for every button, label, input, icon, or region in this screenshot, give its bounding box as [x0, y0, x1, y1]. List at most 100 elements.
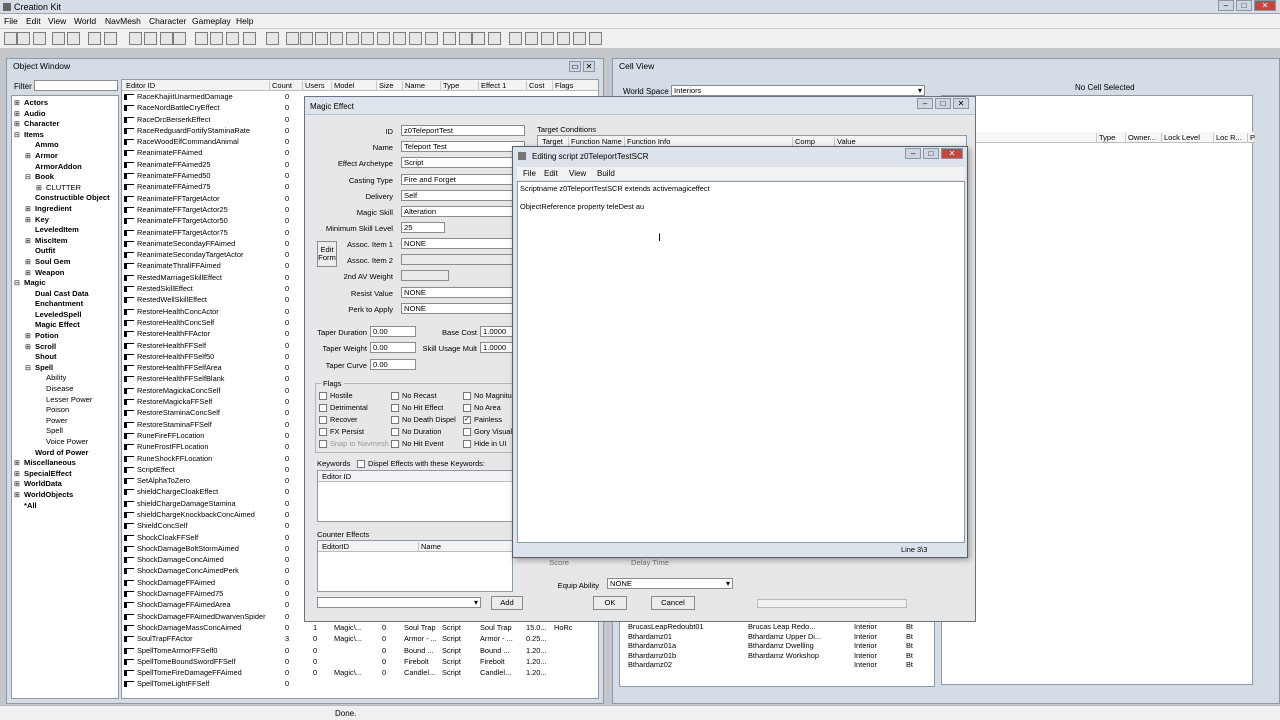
script-menu-edit[interactable]: Edit	[544, 169, 558, 178]
pin-icon[interactable]	[210, 32, 223, 45]
flag-checkbox[interactable]: Recover	[319, 415, 358, 425]
tree-item[interactable]: LeveledSpell	[14, 310, 118, 321]
assoc-item2-dropdown[interactable]	[401, 254, 525, 265]
world-space-dropdown[interactable]: Interiors	[671, 85, 925, 96]
box-e-icon[interactable]	[409, 32, 422, 45]
counter-col-name[interactable]: Name	[418, 542, 441, 552]
table-row[interactable]: SoulTrapFFActor 3 0 Magic\... 0 Armor - ... Sc…	[122, 633, 598, 644]
tool-k-icon[interactable]	[557, 32, 570, 45]
tree-item[interactable]: Magic Effect	[14, 320, 118, 331]
me-max-button[interactable]: □	[935, 98, 951, 109]
conditions-scrollbar[interactable]	[757, 599, 907, 608]
green-dot-icon[interactable]	[129, 32, 142, 45]
casting-type-dropdown[interactable]: Fire and Forget	[401, 174, 525, 185]
tree-item[interactable]: ⊟ Magic	[14, 278, 118, 289]
tree-item[interactable]: ⊞ Audio	[14, 109, 118, 120]
tree-expander-icon[interactable]: ⊞	[25, 258, 35, 269]
close-button[interactable]: ✕	[1254, 0, 1276, 11]
me-min-button[interactable]: –	[917, 98, 933, 109]
keywords-col-editor-id[interactable]: Editor ID	[320, 472, 351, 482]
object-window-close-button[interactable]: ✕	[583, 61, 595, 72]
square-c-icon[interactable]	[361, 32, 374, 45]
dispel-keywords-checkbox[interactable]: Dispel Effects with these Keywords:	[357, 459, 485, 469]
menu-help[interactable]: Help	[236, 16, 253, 26]
box-c-icon[interactable]	[377, 32, 390, 45]
taper-curve-field[interactable]: 0.00	[370, 359, 416, 370]
tree-item[interactable]: Outfit	[14, 246, 118, 257]
cell-row[interactable]: Bthardamz01a Bthardamz Dwelling Interior Bt	[620, 641, 934, 651]
tree-item[interactable]: ⊟ Book	[14, 172, 118, 183]
bubble-icon[interactable]	[243, 32, 256, 45]
assoc-item1-dropdown[interactable]: NONE	[401, 238, 525, 249]
tree-item[interactable]: ⊟ Items	[14, 130, 118, 141]
maximize-button[interactable]: □	[1236, 0, 1252, 11]
table-row[interactable]: SpellTomeFireDamageFFAimed 0 0 Magic\... 0 Ca…	[122, 667, 598, 678]
tree-item[interactable]: Enchantment	[14, 299, 118, 310]
column-header[interactable]: Editor ID	[124, 81, 155, 91]
counter-effect-dropdown[interactable]	[317, 597, 481, 608]
tool-i-icon[interactable]	[525, 32, 538, 45]
ok-button[interactable]: OK	[593, 596, 627, 610]
circle-icon[interactable]	[315, 32, 328, 45]
cancel-button[interactable]: Cancel	[651, 596, 695, 610]
me-close-button[interactable]: ✕	[953, 98, 969, 109]
flag-checkbox[interactable]: No Hit Event	[391, 439, 444, 449]
script-close-button[interactable]: ✕	[941, 148, 963, 159]
tree-item[interactable]: ⊞ CLUTTER	[14, 183, 118, 194]
script-menu-view[interactable]: View	[569, 169, 586, 178]
grid-icon[interactable]	[226, 32, 239, 45]
column-header[interactable]: Name	[402, 81, 425, 91]
flag-checkbox[interactable]: Snap to Navmesh	[319, 439, 389, 449]
tree-item[interactable]: Lesser Power	[14, 395, 118, 406]
tool-j-icon[interactable]	[541, 32, 554, 45]
tree-expander-icon[interactable]: ⊞	[25, 152, 35, 163]
tool-d-icon[interactable]	[443, 32, 456, 45]
tree-item[interactable]: Ability	[14, 373, 118, 384]
column-header[interactable]: Count	[269, 81, 292, 91]
tree-item[interactable]: Poison	[14, 405, 118, 416]
tree-item[interactable]: ⊞ Scroll	[14, 342, 118, 353]
square-a-icon[interactable]	[330, 32, 343, 45]
square-b-icon[interactable]	[346, 32, 359, 45]
column-header[interactable]: Cost	[526, 81, 544, 91]
script-min-button[interactable]: –	[905, 148, 921, 159]
equip-ability-dropdown[interactable]: NONE	[607, 578, 733, 589]
flag-checkbox[interactable]: Gory Visuals	[463, 427, 516, 437]
undo-icon[interactable]	[52, 32, 65, 45]
minimize-button[interactable]: –	[1218, 0, 1234, 11]
flag-checkbox[interactable]: Hostile	[319, 391, 353, 401]
box-d-icon[interactable]	[393, 32, 406, 45]
resist-value-dropdown[interactable]: NONE	[401, 287, 525, 298]
column-header[interactable]: Effect 1	[478, 81, 506, 91]
menu-edit[interactable]: Edit	[26, 16, 41, 26]
table-row[interactable]: SpellTomeBoundSwordFFSelf 0 0 0 Firebolt Scri…	[122, 656, 598, 667]
tree-item[interactable]: ⊞ Miscellaneous	[14, 458, 118, 469]
tool-a-icon[interactable]	[160, 32, 173, 45]
tree-item[interactable]: Shout	[14, 352, 118, 363]
col-owner[interactable]: Owner...	[1125, 133, 1156, 143]
tree-item[interactable]: ⊞ Ingredient	[14, 204, 118, 215]
tree-item[interactable]: Power	[14, 416, 118, 427]
table-row[interactable]: ShockDamageMassConcAimed 0 1 Magic\... 0 Soul…	[122, 622, 598, 633]
cell-row[interactable]: Bthardamz01 Bthardamz Upper Di... Interior…	[620, 632, 934, 642]
tree-expander-icon[interactable]: ⊟	[25, 364, 35, 375]
flag-checkbox[interactable]: No Death Dispel	[391, 415, 456, 425]
av-weight-field[interactable]	[401, 270, 449, 281]
cell-row[interactable]: Bthardamz02 Interior Bt	[620, 660, 934, 670]
tree-expander-icon[interactable]: ⊟	[14, 279, 24, 290]
box-a-icon[interactable]	[286, 32, 299, 45]
new-icon[interactable]	[4, 32, 17, 45]
tree-item[interactable]: LeveledItem	[14, 225, 118, 236]
tree-item[interactable]: ⊞ Soul Gem	[14, 257, 118, 268]
skill-mult-field[interactable]: 1.0000	[480, 342, 516, 353]
column-header[interactable]: Model	[331, 81, 354, 91]
menu-world[interactable]: World	[74, 16, 96, 26]
tree-item[interactable]: ⊞ Key	[14, 215, 118, 226]
tree-item[interactable]: ⊞ WorldData	[14, 479, 118, 490]
id-field[interactable]: z0TeleportTest	[401, 125, 525, 136]
tool-l-icon[interactable]	[573, 32, 586, 45]
flag-checkbox[interactable]: ✓ Painless	[463, 415, 502, 425]
tree-item[interactable]: ⊞ MiscItem	[14, 236, 118, 247]
tree-item[interactable]: Spell	[14, 426, 118, 437]
tree-item[interactable]: *All	[14, 501, 118, 512]
